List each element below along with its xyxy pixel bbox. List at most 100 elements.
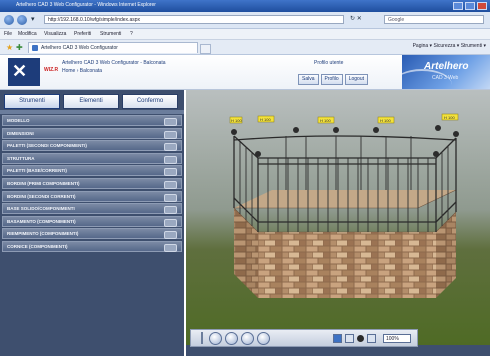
header-buttons: Salva Profilo Logout — [298, 74, 368, 85]
section-row-basamento[interactable]: BASAMENTO (COMPONIMENTI) — [2, 215, 182, 227]
menu-file[interactable]: File — [4, 31, 12, 37]
tab-elementi[interactable]: Elementi — [63, 94, 119, 109]
browser-title-bar: Artelhero CAD 3 Web Configurator - Windo… — [0, 0, 490, 12]
3d-viewport[interactable]: H 100 H 100 H 100 H 100 H 100 — [186, 90, 490, 356]
new-tab-button[interactable] — [200, 44, 211, 54]
dimension-tag-text: H 100 — [444, 115, 455, 120]
expand-icon[interactable] — [164, 180, 177, 189]
app-header: ✕ WIZ.R Artelhero CAD 3 Web Configurator… — [0, 55, 490, 90]
expand-icon[interactable] — [164, 143, 177, 152]
tab-bar: ★ ✚ Artelhero CAD 3 Web Configurator Pag… — [0, 40, 490, 55]
section-label: BASAMENTO (COMPONIMENTI) — [7, 218, 76, 224]
tab-confermo[interactable]: Confermo — [122, 94, 178, 109]
maximize-icon[interactable] — [465, 2, 475, 10]
section-label: BORDINI (PRIMI COMPONIMENTI) — [7, 180, 80, 186]
expand-icon[interactable] — [164, 231, 177, 240]
toolbar-grip — [201, 332, 203, 344]
section-label: RIEMPIMENTO (COMPONIMENTI) — [7, 231, 79, 237]
section-row-modello[interactable]: MODELLO — [2, 115, 182, 126]
window-controls — [453, 2, 487, 10]
3d-scene: H 100 H 100 H 100 H 100 H 100 — [186, 90, 490, 356]
brand-banner: Artelhero CAD 3 Web — [402, 55, 490, 89]
section-row-paletti-secondi[interactable]: PALETTI (SECONDI COMPONIMENTI) — [2, 140, 182, 152]
config-sidebar: Strumenti Elementi Confermo MODELLO DIME… — [0, 90, 184, 356]
expand-icon[interactable] — [164, 243, 177, 252]
forward-icon[interactable] — [17, 15, 27, 25]
pan-icon[interactable] — [241, 332, 254, 345]
section-row-bordini-secondi[interactable]: BORDINI (SECONDI CORRENTI) — [2, 190, 182, 202]
close-icon[interactable] — [477, 2, 487, 10]
brand-subtitle: CAD 3 Web — [432, 75, 459, 81]
expand-icon[interactable] — [164, 155, 177, 164]
command-bar[interactable]: Pagina ▾ Sicurezza ▾ Strumenti ▾ — [413, 43, 486, 49]
section-label: MODELLO — [7, 118, 30, 123]
browser-tab[interactable]: Artelhero CAD 3 Web Configurator — [28, 42, 198, 53]
browser-tab-label: Artelhero CAD 3 Web Configurator — [41, 45, 118, 51]
tab-underline — [0, 110, 184, 114]
search-input[interactable]: Google — [384, 15, 484, 24]
window-title: Artelhero CAD 3 Web Configurator - Windo… — [16, 2, 156, 8]
menu-preferiti[interactable]: Preferiti — [74, 31, 91, 37]
logo-text: WIZ.R — [44, 67, 59, 73]
expand-icon[interactable] — [164, 168, 177, 177]
brand-name: Artelhero — [424, 61, 469, 72]
zoom-select[interactable]: 100% — [383, 334, 411, 343]
breadcrumb: Home › Balconata — [62, 68, 103, 74]
menu-strumenti[interactable]: Strumenti — [100, 31, 121, 37]
section-row-bordini-primi[interactable]: BORDINI (PRIMI COMPONIMENTI) — [2, 177, 182, 189]
minimize-icon[interactable] — [453, 2, 463, 10]
menu-visualizza[interactable]: Visualizza — [44, 31, 66, 37]
expand-icon[interactable] — [164, 118, 177, 126]
view-side-icon[interactable] — [367, 334, 376, 343]
section-label: STRUTTURA — [7, 155, 35, 161]
page-favicon-icon — [32, 45, 38, 51]
add-favorite-icon[interactable]: ✚ — [16, 43, 23, 52]
logout-button[interactable]: Logout — [344, 74, 368, 85]
tab-strumenti[interactable]: Strumenti — [4, 94, 60, 109]
expand-icon[interactable] — [164, 218, 177, 227]
section-row-struttura[interactable]: STRUTTURA — [2, 152, 182, 164]
dimension-tag-text: H 100 — [260, 117, 271, 122]
page-title: Artelhero CAD 3 Web Configurator - Balco… — [62, 60, 166, 66]
profile-button[interactable]: Profilo — [320, 74, 343, 85]
expand-icon[interactable] — [164, 206, 177, 215]
section-label: PALETTI (BASE/CORRENTI) — [7, 168, 67, 174]
zoom-out-icon[interactable] — [257, 332, 270, 345]
render-mode-icon[interactable] — [357, 335, 364, 342]
back-icon[interactable] — [4, 15, 14, 25]
viewport-toolbar: 100% — [190, 329, 418, 347]
rotate-icon[interactable] — [225, 332, 238, 345]
address-bar: ▾ http://192.168.0.10/wfg/simple/index.a… — [0, 12, 490, 29]
expand-icon[interactable] — [164, 130, 177, 139]
section-row-paletti-base[interactable]: PALETTI (BASE/CORRENTI) — [2, 165, 182, 177]
wall-front-face — [258, 232, 436, 298]
dimension-tag-text: H 100 — [380, 118, 391, 123]
save-button[interactable]: Salva — [298, 74, 319, 85]
refresh-icon[interactable]: ↻ ✕ — [350, 15, 362, 22]
favorites-star-icon[interactable]: ★ — [6, 43, 13, 52]
view-front-icon[interactable] — [333, 334, 342, 343]
section-label: BASE SOLIDO/COMPONIMENTI — [7, 206, 75, 212]
dimension-tag-text: H 100 — [320, 118, 331, 123]
url-input[interactable]: http://192.168.0.10/wfg/simple/index.asp… — [44, 15, 344, 24]
sidebar-tabs: Strumenti Elementi Confermo — [4, 94, 178, 109]
section-row-base-solido[interactable]: BASE SOLIDO/COMPONIMENTI — [2, 203, 182, 215]
dimension-tag-text: H 100 — [231, 118, 242, 123]
section-row-cornice[interactable]: CORNICE (COMPONIMENTI) — [2, 240, 182, 252]
menu-modifica[interactable]: Modifica — [18, 31, 37, 37]
section-label: BORDINI (SECONDI CORRENTI) — [7, 193, 76, 199]
zoom-in-icon[interactable] — [209, 332, 222, 345]
profile-label: Profilo utente — [314, 60, 344, 66]
section-label: DIMENSIONI — [7, 130, 34, 136]
app-logo: ✕ — [8, 58, 40, 86]
page-icon: ▾ — [31, 16, 35, 23]
menu-bar: File Modifica Visualizza Preferiti Strum… — [0, 29, 490, 40]
menu-help[interactable]: ? — [130, 31, 133, 37]
expand-icon[interactable] — [164, 193, 177, 202]
view-top-icon[interactable] — [345, 334, 354, 343]
section-row-dimensioni[interactable]: DIMENSIONI — [2, 127, 182, 139]
wall-top — [234, 190, 456, 208]
logo-mark-icon: ✕ — [12, 61, 28, 81]
section-list: MODELLO DIMENSIONI PALETTI (SECONDI COMP… — [2, 115, 182, 254]
section-row-riempimento[interactable]: RIEMPIMENTO (COMPONIMENTI) — [2, 228, 182, 240]
